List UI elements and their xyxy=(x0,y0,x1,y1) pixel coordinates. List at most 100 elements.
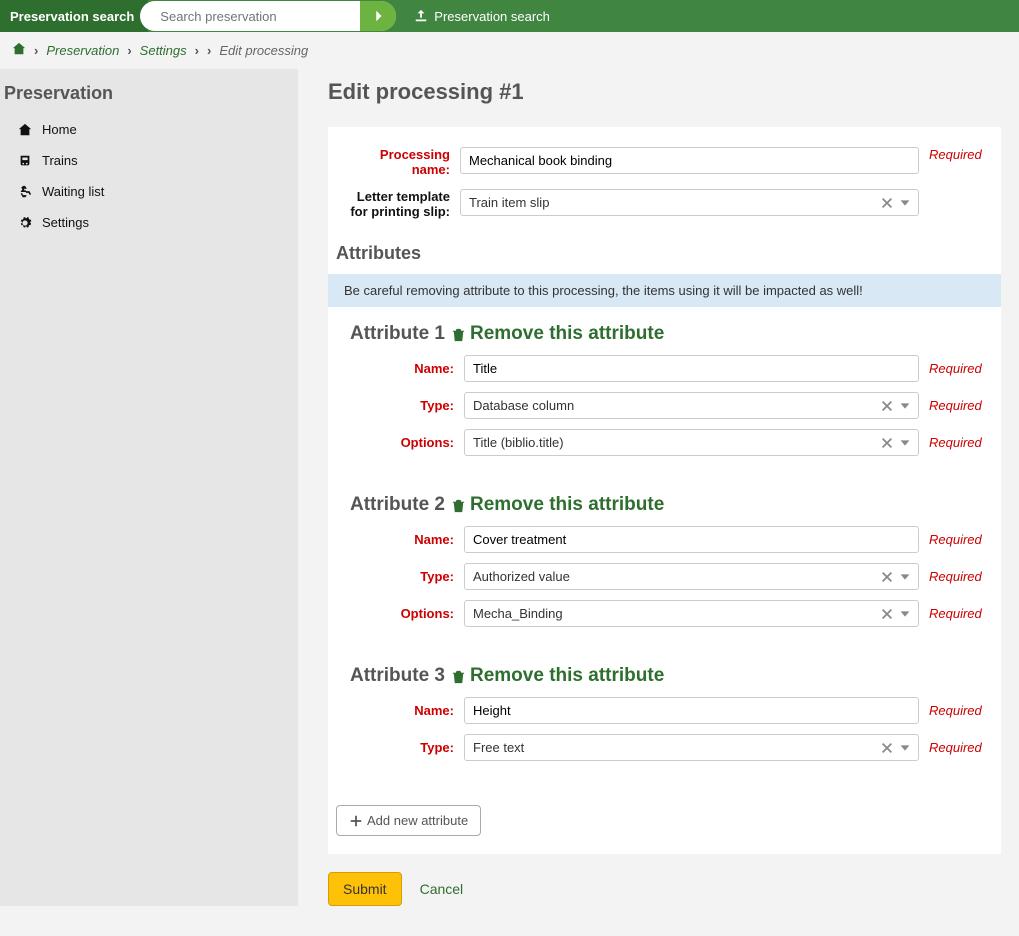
tab-preservation-search[interactable]: Preservation search xyxy=(414,9,550,24)
required-hint: Required xyxy=(929,532,989,547)
chevron-down-icon[interactable] xyxy=(898,741,912,755)
trash-icon xyxy=(451,498,466,513)
breadcrumb-preservation[interactable]: Preservation xyxy=(46,43,119,58)
attr-row-label: Name: xyxy=(340,532,454,547)
sidebar-item-settings[interactable]: Settings xyxy=(4,207,298,238)
sidebar-item-trains[interactable]: Trains xyxy=(4,145,298,176)
attribute-fieldset: Attribute 1 Remove this attribute Name: Re… xyxy=(328,323,1001,466)
trash-icon xyxy=(451,669,466,684)
search-wrap xyxy=(140,1,396,31)
clear-icon[interactable] xyxy=(880,570,894,584)
attribute-name-input[interactable] xyxy=(464,355,919,382)
breadcrumb: › Preservation › Settings › › Edit proce… xyxy=(0,32,1019,69)
add-attribute-button[interactable]: Add new attribute xyxy=(336,805,481,836)
breadcrumb-current: Edit processing xyxy=(219,43,308,58)
plus-icon xyxy=(349,814,363,828)
page-title: Edit processing #1 xyxy=(328,79,1001,105)
select-value: Authorized value xyxy=(473,569,570,584)
attribute-name-input[interactable] xyxy=(464,526,919,553)
processing-form-card: Processing name: Required Letter templat… xyxy=(328,127,1001,854)
required-hint: Required xyxy=(929,435,989,450)
sidebar-item-label: Waiting list xyxy=(42,184,104,199)
attribute-legend: Attribute 3 Remove this attribute xyxy=(340,665,664,697)
attribute-legend: Attribute 1 Remove this attribute xyxy=(340,323,664,355)
attributes-title: Attributes xyxy=(328,243,1001,264)
warning-banner: Be careful removing attribute to this pr… xyxy=(328,274,1001,307)
attribute-name-input[interactable] xyxy=(464,697,919,724)
arrow-right-icon xyxy=(371,9,385,23)
chevron-down-icon[interactable] xyxy=(898,607,912,621)
sidebar-item-waiting-list[interactable]: Waiting list xyxy=(4,176,298,207)
main-content: Edit processing #1 Processing name: Requ… xyxy=(328,69,1019,906)
sidebar-item-label: Trains xyxy=(42,153,78,168)
clear-icon[interactable] xyxy=(880,436,894,450)
attr-row-label: Name: xyxy=(340,703,454,718)
select-value: Title (biblio.title) xyxy=(473,435,564,450)
remove-attribute-link[interactable]: Remove this attribute xyxy=(451,665,664,687)
chevron-down-icon[interactable] xyxy=(898,436,912,450)
tab-label: Preservation search xyxy=(434,9,550,24)
sidebar-item-label: Settings xyxy=(42,215,89,230)
breadcrumb-home[interactable] xyxy=(12,42,26,59)
processing-name-input[interactable] xyxy=(460,147,919,174)
trash-icon xyxy=(451,327,466,342)
clear-icon[interactable] xyxy=(880,741,894,755)
required-hint: Required xyxy=(929,361,989,376)
attribute-options-select[interactable]: Mecha_Binding xyxy=(464,600,919,627)
attr-row-label: Type: xyxy=(340,398,454,413)
select-value: Database column xyxy=(473,398,574,413)
sidebar: Preservation Home Trains Waiting list Se… xyxy=(0,69,298,906)
breadcrumb-settings[interactable]: Settings xyxy=(140,43,187,58)
attribute-fieldset: Attribute 3 Remove this attribute Name: Re… xyxy=(328,665,1001,771)
recycle-icon xyxy=(18,185,32,199)
gear-icon xyxy=(18,216,32,230)
required-hint: Required xyxy=(929,569,989,584)
attr-row-label: Options: xyxy=(340,606,454,621)
breadcrumb-separator: › xyxy=(207,43,211,58)
attribute-options-select[interactable]: Title (biblio.title) xyxy=(464,429,919,456)
home-icon xyxy=(12,42,26,56)
search-input[interactable] xyxy=(160,9,360,24)
attribute-fieldset: Attribute 2 Remove this attribute Name: Re… xyxy=(328,494,1001,637)
required-hint: Required xyxy=(929,703,989,718)
train-icon xyxy=(18,154,32,168)
select-value: Mecha_Binding xyxy=(473,606,563,621)
breadcrumb-separator: › xyxy=(195,43,199,58)
required-hint: Required xyxy=(929,398,989,413)
attribute-type-select[interactable]: Database column xyxy=(464,392,919,419)
upload-icon xyxy=(414,9,428,23)
required-hint: Required xyxy=(929,147,989,162)
sidebar-item-label: Home xyxy=(42,122,77,137)
remove-attribute-link[interactable]: Remove this attribute xyxy=(451,323,664,345)
sidebar-title: Preservation xyxy=(4,83,298,114)
breadcrumb-separator: › xyxy=(34,43,38,58)
clear-icon[interactable] xyxy=(880,399,894,413)
required-hint: Required xyxy=(929,740,989,755)
letter-template-select[interactable]: Train item slip xyxy=(460,189,919,216)
chevron-down-icon[interactable] xyxy=(898,570,912,584)
attr-row-label: Type: xyxy=(340,569,454,584)
chevron-down-icon[interactable] xyxy=(898,196,912,210)
clear-icon[interactable] xyxy=(880,196,894,210)
home-icon xyxy=(18,123,32,137)
attribute-legend: Attribute 2 Remove this attribute xyxy=(340,494,664,526)
search-submit-button[interactable] xyxy=(360,1,396,31)
remove-attribute-link[interactable]: Remove this attribute xyxy=(451,494,664,516)
add-attribute-label: Add new attribute xyxy=(367,813,468,828)
letter-template-label: Letter template for printing slip: xyxy=(340,189,450,219)
submit-button[interactable]: Submit xyxy=(328,872,402,906)
attr-row-label: Name: xyxy=(340,361,454,376)
processing-name-label: Processing name: xyxy=(340,147,450,177)
chevron-down-icon[interactable] xyxy=(898,399,912,413)
select-value: Free text xyxy=(473,740,524,755)
attribute-type-select[interactable]: Free text xyxy=(464,734,919,761)
attr-row-label: Options: xyxy=(340,435,454,450)
search-context-label: Preservation search xyxy=(0,0,148,32)
cancel-link[interactable]: Cancel xyxy=(420,881,464,897)
select-value: Train item slip xyxy=(469,195,549,210)
attribute-type-select[interactable]: Authorized value xyxy=(464,563,919,590)
attr-row-label: Type: xyxy=(340,740,454,755)
breadcrumb-separator: › xyxy=(127,43,131,58)
clear-icon[interactable] xyxy=(880,607,894,621)
sidebar-item-home[interactable]: Home xyxy=(4,114,298,145)
